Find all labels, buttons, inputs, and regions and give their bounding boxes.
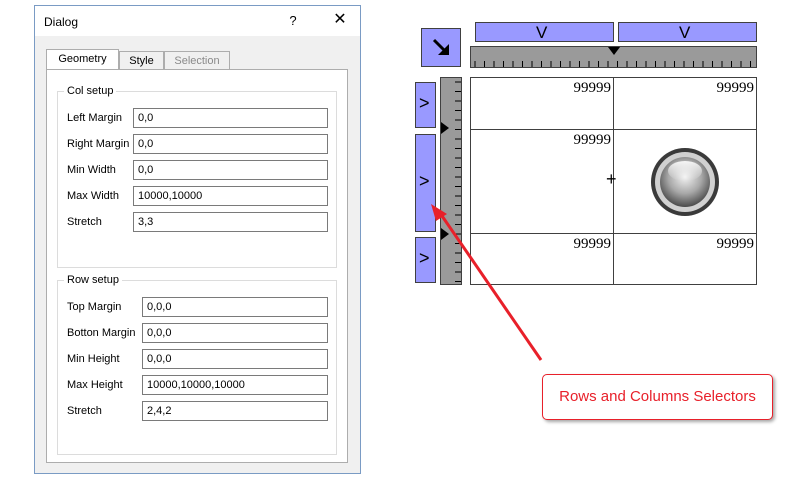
callout-box: Rows and Columns Selectors [542, 374, 773, 420]
callout-text: Rows and Columns Selectors [559, 388, 756, 405]
